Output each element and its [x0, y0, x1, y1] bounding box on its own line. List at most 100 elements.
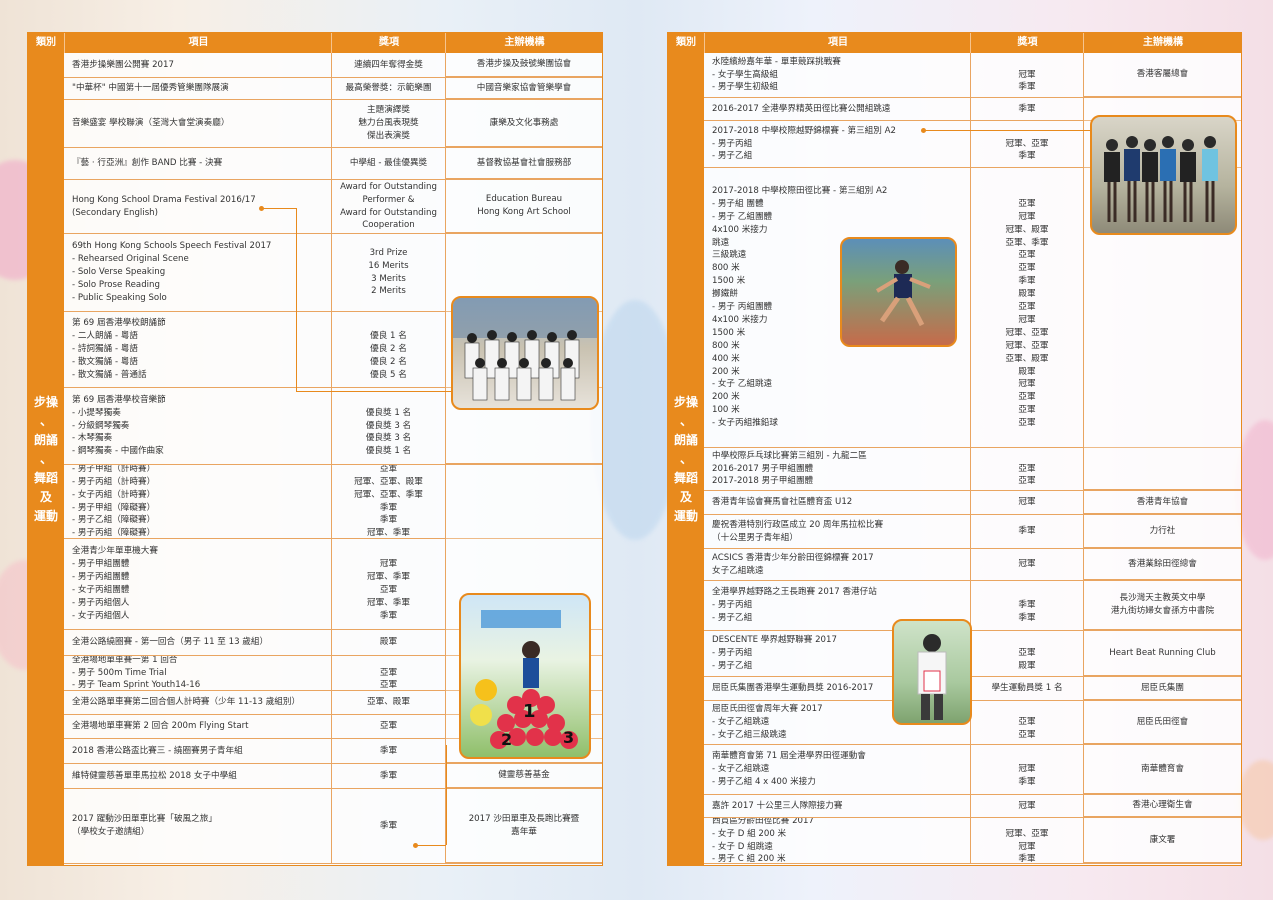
header-category: 類別 — [36, 37, 56, 48]
cell-award: 冠軍 季軍 — [970, 53, 1083, 97]
svg-text:2: 2 — [501, 730, 512, 749]
cell-award: 冠軍 — [970, 795, 1083, 817]
cell-item: 2018 香港公路盃比賽三 - 繞圈賽男子青年組 — [72, 745, 243, 756]
category-column: 步操 、 朗誦 、 舞蹈 及 運動 — [28, 53, 64, 865]
cell-organiser: 中國音樂家協會管樂學會 — [445, 78, 602, 99]
cell-item: 第 69 屆香港學校朗誦節 - 二人朗誦 - 粵語 - 詩詞獨誦 - 粵語 - … — [72, 318, 166, 380]
cell-award: 學生運動員獎 1 名 — [970, 677, 1083, 700]
cell-award: Award for Outstanding Performer & Award … — [331, 180, 445, 233]
cell-item: 第 69 屆香港學校音樂節 - 小提琴獨奏 - 分級鋼琴獨奏 - 木琴獨奏 - … — [72, 394, 166, 457]
cell-item: 香港步操樂團公開賽 2017 — [72, 59, 174, 70]
cell-organiser: 香港青年協會 — [1083, 491, 1241, 514]
cell-award: 優良獎 1 名 優良獎 3 名 優良獎 3 名 優良獎 1 名 — [331, 388, 445, 464]
cell-item: 69th Hong Kong Schools Speech Festival 2… — [72, 241, 272, 303]
connector-line — [415, 845, 446, 846]
cell-item: 水陸繽紛嘉年華 - 單車競踩挑戰賽 - 女子學生高級組 - 男子學生初級組 — [712, 56, 841, 93]
cell-award: 季軍 — [331, 739, 445, 763]
cell-item: 音樂盛宴 學校聯演（荃灣大會堂演奏廳） — [72, 118, 230, 129]
cell-award: 連續兩年全年總冠軍 亞軍 冠軍、亞軍、殿軍 冠軍、亞軍、季軍 季軍 季軍 冠軍、… — [331, 465, 445, 538]
cell-award: 連續四年奪得金獎 — [331, 53, 445, 77]
connector-line — [296, 391, 451, 392]
cell-item: 南華體育會第 71 屆全港學界田徑運動會 - 女子乙組跳遠 - 男子乙組 4 x… — [712, 751, 866, 787]
header-category: 類別 — [676, 37, 696, 48]
cell-organiser: 健靈慈善基金 — [445, 764, 602, 788]
category-column: 步操 、 朗誦 、 舞蹈 及 運動 — [668, 53, 704, 865]
students-group-illustration — [453, 298, 597, 401]
cell-award: 冠軍、亞軍 季軍 — [970, 121, 1083, 167]
cell-item: 香港青年協會賽馬會社區體育盃 U12 — [712, 497, 853, 508]
connector-line — [924, 130, 1090, 131]
cell-item: 中學校際乒乓球比賽第三組別 - 九龍二區 2016-2017 男子甲組團體 20… — [712, 450, 867, 487]
connector-dot — [413, 843, 418, 848]
cell-item: 『藝 ‧ 行亞洲』創作 BAND 比賽 - 決賽 — [72, 158, 223, 169]
cell-item: 2017-2018 中學校際越野錦標賽 - 第三組別 A2 - 男子丙組 - 男… — [712, 125, 896, 162]
cell-organiser: 香港心理衛生會 — [1083, 795, 1241, 817]
cell-organiser: 康文署 — [1083, 818, 1241, 863]
category-label: 步操 、 朗誦 、 舞蹈 及 運動 — [33, 394, 58, 523]
cell-award: 中學組 - 最佳優異獎 — [331, 148, 445, 179]
header-org: 主辦機構 — [445, 33, 603, 53]
cell-award: 冠軍 冠軍、季軍 亞軍 冠軍、季軍 季軍 — [331, 539, 445, 629]
background-flower-blob — [1238, 760, 1273, 840]
category-label: 步操 、 朗誦 、 舞蹈 及 運動 — [673, 394, 698, 523]
cell-award: 季軍 — [331, 789, 445, 863]
cell-organiser: 2017 沙田單車及長跑比賽暨 嘉年華 — [445, 789, 602, 863]
connector-dot — [259, 206, 264, 211]
cell-award: 季軍 季軍 — [970, 581, 1083, 630]
svg-text:1: 1 — [523, 701, 536, 722]
cell-organiser: 康樂及文化事務處 — [445, 100, 602, 147]
cell-item: 慶祝香港特別行政區成立 20 周年馬拉松比賽 （十公里男子青年組） — [712, 519, 884, 543]
cell-organiser: Education Bureau Hong Kong Art School — [445, 180, 602, 233]
runners-group-illustration — [1104, 136, 1218, 222]
cell-award: 亞軍 亞軍 — [970, 701, 1083, 744]
cell-award: 亞軍 亞軍 — [331, 656, 445, 690]
photo-cross-country-team — [1090, 115, 1237, 235]
cell-award: 季軍 — [970, 98, 1083, 120]
cell-award: 季軍 — [970, 515, 1083, 548]
cell-award: 冠軍 — [970, 491, 1083, 514]
table-header: 類別 項目 獎項 主辦機構 — [28, 33, 602, 53]
svg-text:3: 3 — [563, 728, 574, 747]
runner-illustration — [875, 260, 931, 327]
connector-line — [296, 208, 297, 391]
connector-line — [262, 208, 296, 209]
cell-award: 季軍 — [331, 764, 445, 788]
cell-item: 全港公路單車賽第二回合個人計時賽（少年 11-13 歲組別） — [72, 697, 301, 708]
cell-award: 主題演繹獎 魅力台風表現獎 傑出表演獎 — [331, 100, 445, 147]
cell-item: 全港青少年單車機大賽 - 男子甲組團體 - 男子丙組團體 - 女子丙組團體 - … — [72, 546, 158, 621]
cell-award: 亞軍 — [331, 715, 445, 738]
cell-item: 全港公路繞圈賽 - 第一回合（男子 11 至 13 歲組） — [72, 637, 269, 648]
header-award: 獎項 — [970, 33, 1084, 53]
cell-item: 全港場地單車賽一第 1 回合 - 男子 500m Time Trial - 男子… — [72, 656, 201, 690]
cell-item: ACSICS 香港青少年分齡田徑錦標賽 2017 女子乙組跳遠 — [712, 552, 874, 576]
cell-award: 3rd Prize 16 Merits 3 Merits 2 Merits — [331, 234, 445, 311]
cell-award: 冠軍、亞軍 冠軍 季軍 — [970, 818, 1083, 863]
balloon-podium-illustration: 1 2 3 — [470, 610, 578, 749]
cell-item: 嘉許 2017 十公里三人隊際接力賽 — [712, 800, 843, 811]
student-certificate-illustration — [917, 634, 947, 720]
cell-award: 亞軍 亞軍 — [970, 448, 1083, 490]
table-header: 類別 項目 獎項 主辦機構 — [668, 33, 1241, 53]
cell-item: 西貢區分齡田徑比賽 2017 - 女子 D 組 200 米 - 女子 D 組跳遠… — [712, 818, 814, 863]
cell-item: "中華杯" 中國第十一屆優秀管樂團隊展演 — [72, 83, 229, 94]
cell-item: Hong Kong School Drama Festival 2016/17 … — [72, 194, 256, 218]
connector-dot — [921, 128, 926, 133]
header-item: 項目 — [64, 33, 332, 53]
cell-organiser: 屈臣氏田徑會 — [1083, 701, 1241, 744]
group-photo-recitation — [451, 296, 599, 410]
cell-organiser: 香港業餘田徑總會 — [1083, 549, 1241, 580]
cell-item: 全港場地單車賽第 2 回合 200m Flying Start — [72, 721, 249, 732]
cell-item: 2016-2017 全港學界精英田徑比賽公開組跳遠 — [712, 103, 891, 114]
cell-award: 亞軍 冠軍 冠軍、殿軍 亞軍、季軍 亞軍 亞軍 季軍 殿軍 亞軍 冠軍 冠軍、亞… — [970, 168, 1083, 447]
cell-organiser: 南華體育會 — [1083, 745, 1241, 794]
connector-line — [446, 745, 447, 845]
photo-student-award — [892, 619, 972, 725]
cell-item: 2017 躍動沙田單車比賽「破風之旅」 （學校女子邀請組） — [72, 814, 217, 837]
cell-organiser: 屈臣氏集團 — [1083, 677, 1241, 700]
header-item: 項目 — [704, 33, 971, 53]
cell-organiser: 基督教協基會社會服務部 — [445, 148, 602, 179]
cell-item: 維特健靈慈善單車馬拉松 2018 女子中學組 — [72, 770, 237, 781]
cell-award: 優良 1 名 優良 2 名 優良 2 名 優良 5 名 — [331, 312, 445, 387]
cell-organiser: 香港步操及鼓號樂團協會 — [445, 53, 602, 77]
cell-award: 冠軍 季軍 — [970, 745, 1083, 794]
